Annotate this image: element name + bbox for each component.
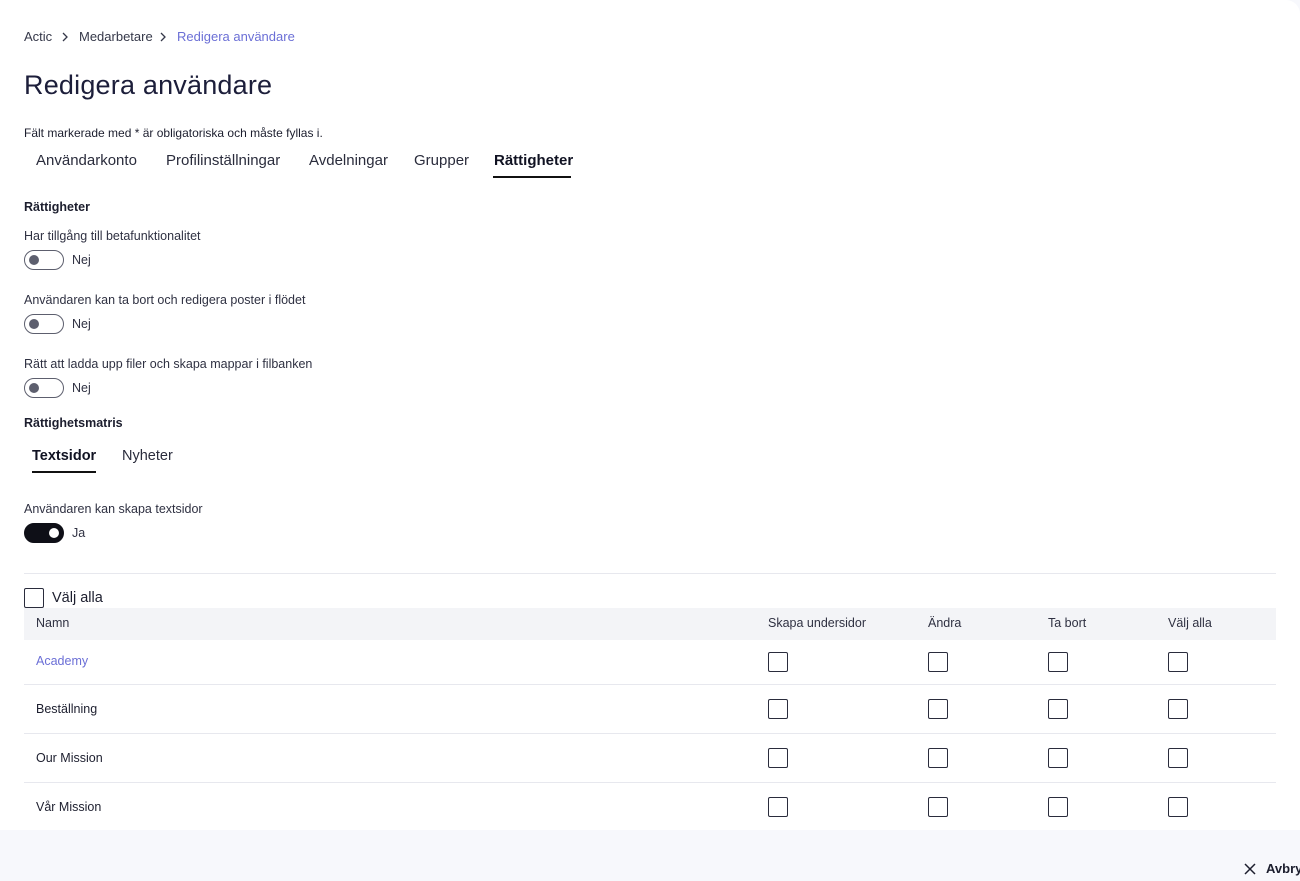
toggle-knob: [29, 319, 39, 329]
breadcrumb-item-medarbetare[interactable]: Medarbetare: [79, 29, 153, 44]
chevron-right-icon: [160, 32, 166, 42]
required-note: Fält markerade med * är obligatoriska oc…: [24, 126, 323, 140]
chevron-right-icon: [62, 32, 68, 42]
create-textpages-state: Ja: [72, 526, 86, 540]
active-subtab-indicator: [32, 471, 96, 473]
subtab-textsidor[interactable]: Textsidor: [32, 448, 96, 464]
main-panel: Actic Medarbetare Redigera användare Red…: [0, 0, 1300, 830]
row-divider: [24, 782, 1276, 783]
close-icon: [1244, 863, 1256, 875]
column-header-select-all: Välj alla: [1168, 616, 1212, 630]
row-name: Vår Mission: [36, 800, 102, 814]
column-header-edit: Ändra: [928, 616, 962, 630]
row-select-all-checkbox[interactable]: [1168, 652, 1188, 672]
edit-checkbox[interactable]: [928, 652, 948, 672]
edit-checkbox[interactable]: [928, 797, 948, 817]
breadcrumb-item-current: Redigera användare: [177, 29, 295, 44]
delete-checkbox[interactable]: [1048, 652, 1068, 672]
select-all-checkbox[interactable]: [24, 588, 44, 608]
select-all-label: Välj alla: [52, 590, 103, 606]
create-textpages-toggle[interactable]: [24, 523, 64, 543]
delete-checkbox[interactable]: [1048, 699, 1068, 719]
row-name: Our Mission: [36, 751, 103, 765]
delete-checkbox[interactable]: [1048, 748, 1068, 768]
tab-profilinstallningar[interactable]: Profilinställningar: [166, 152, 280, 169]
tab-rattigheter[interactable]: Rättigheter: [494, 152, 573, 169]
permissions-title: Rättigheter: [24, 200, 90, 214]
row-name-link[interactable]: Academy: [36, 654, 88, 668]
edit-feed-toggle[interactable]: [24, 314, 64, 334]
create-subpages-checkbox[interactable]: [768, 652, 788, 672]
tab-grupper[interactable]: Grupper: [414, 152, 469, 169]
divider: [24, 573, 1276, 574]
file-upload-label: Rätt att ladda upp filer och skapa mappa…: [24, 357, 313, 371]
row-name: Beställning: [36, 702, 98, 716]
toggle-knob: [29, 383, 39, 393]
delete-checkbox[interactable]: [1048, 797, 1068, 817]
active-tab-indicator: [493, 176, 571, 178]
column-header-name: Namn: [36, 616, 70, 630]
create-subpages-checkbox[interactable]: [768, 699, 788, 719]
toggle-knob: [49, 528, 59, 538]
edit-checkbox[interactable]: [928, 699, 948, 719]
beta-access-state: Nej: [72, 253, 91, 267]
beta-access-toggle[interactable]: [24, 250, 64, 270]
row-divider: [24, 733, 1276, 734]
create-subpages-checkbox[interactable]: [768, 748, 788, 768]
toggle-knob: [29, 255, 39, 265]
tab-anvandarkonto[interactable]: Användarkonto: [36, 152, 137, 169]
row-select-all-checkbox[interactable]: [1168, 797, 1188, 817]
create-subpages-checkbox[interactable]: [768, 797, 788, 817]
cancel-label: Avbryt: [1266, 861, 1300, 876]
column-header-delete: Ta bort: [1048, 616, 1087, 630]
edit-checkbox[interactable]: [928, 748, 948, 768]
page-title: Redigera användare: [24, 70, 273, 100]
row-select-all-checkbox[interactable]: [1168, 748, 1188, 768]
row-select-all-checkbox[interactable]: [1168, 699, 1188, 719]
tab-avdelningar[interactable]: Avdelningar: [309, 152, 388, 169]
create-textpages-label: Användaren kan skapa textsidor: [24, 502, 203, 516]
matrix-title: Rättighetsmatris: [24, 416, 123, 430]
beta-access-label: Har tillgång till betafunktionalitet: [24, 229, 201, 243]
edit-feed-label: Användaren kan ta bort och redigera post…: [24, 293, 306, 307]
column-header-create-subpages: Skapa undersidor: [768, 616, 866, 630]
row-divider: [24, 684, 1276, 685]
file-upload-toggle[interactable]: [24, 378, 64, 398]
edit-feed-state: Nej: [72, 317, 91, 331]
file-upload-state: Nej: [72, 381, 91, 395]
breadcrumb-item-actic[interactable]: Actic: [24, 29, 52, 44]
table-header: [24, 608, 1276, 640]
subtab-nyheter[interactable]: Nyheter: [122, 448, 173, 464]
